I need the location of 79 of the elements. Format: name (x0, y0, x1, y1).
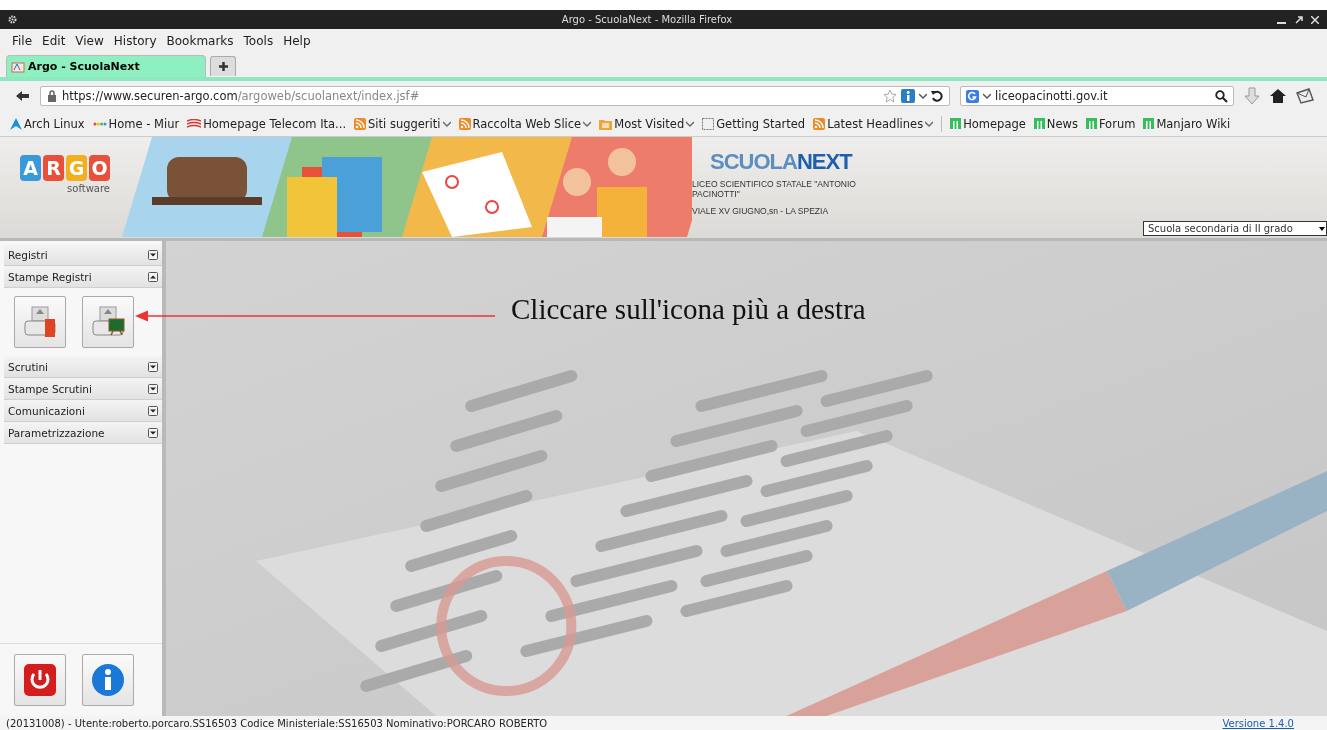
bookmark-item[interactable]: Manjaro Wiki (1143, 116, 1231, 131)
menu-item[interactable]: History (113, 33, 157, 48)
dots-logo-icon (92, 120, 107, 127)
bookmark-item[interactable]: Siti suggeriti (354, 116, 451, 131)
star-icon[interactable] (883, 89, 897, 103)
menu-item[interactable]: Help (283, 33, 311, 48)
accordion-header[interactable]: Stampe Scrutini (4, 378, 162, 400)
reload-icon[interactable] (931, 90, 943, 102)
bookmark-item[interactable]: Homepage Telecom Ita... (187, 116, 347, 131)
accordion-header[interactable]: Parametrizzazione (4, 422, 162, 444)
info-icon[interactable] (901, 89, 915, 103)
product-logo: SCUOLANEXT (710, 149, 854, 175)
school-address: VIALE XV GIUGNO,sn - LA SPEZIA (692, 206, 830, 216)
maximize-icon[interactable] (1294, 15, 1303, 24)
new-tab-button[interactable] (210, 56, 236, 76)
chevron-down-icon[interactable] (983, 93, 991, 99)
school-type-select[interactable]: Scuola secondaria di II grado (1143, 221, 1327, 236)
url-field[interactable]: https://www.securen-argo.com/argoweb/scuolanext/index.jsf# (40, 86, 950, 106)
bars-logo-icon (950, 118, 962, 129)
logout-button[interactable] (14, 654, 66, 706)
menu-item[interactable]: Bookmarks (166, 33, 234, 48)
blank-page-icon (702, 117, 715, 130)
bookmark-item[interactable]: Forum (1085, 116, 1136, 131)
bookmark-item[interactable]: Raccolta Web Slice (458, 116, 592, 131)
info-button[interactable] (82, 654, 134, 706)
window-title: Argo - ScuolaNext - Mozilla Firefox (561, 14, 733, 25)
search-icon[interactable] (1215, 89, 1228, 103)
logo-letter: R (43, 155, 64, 181)
close-icon[interactable] (1311, 15, 1319, 24)
plus-icon (218, 62, 228, 71)
search-field[interactable]: liceopacinotti.gov.it (960, 86, 1234, 106)
bars-logo-icon (1143, 118, 1155, 129)
status-text: (20131008) - Utente:roberto.porcaro.SS16503 Codice Ministeriale:SS16503 Nominativo:PORCARO ROBERTO (6, 717, 548, 729)
menu-item[interactable]: File (12, 33, 33, 48)
power-icon (23, 663, 57, 697)
google-icon (966, 89, 979, 103)
version-link[interactable]: Versione 1.4.0 (1222, 717, 1294, 729)
logo-letter: O (89, 155, 110, 181)
waves-logo-icon (187, 118, 202, 129)
gear-icon[interactable] (8, 15, 17, 24)
bars-logo-icon (1085, 118, 1097, 129)
bookmark-item[interactable]: Home - Miur (92, 116, 180, 131)
browser-tab[interactable]: Argo - ScuolaNext (6, 55, 206, 77)
accordion-header[interactable]: Scrutini (4, 356, 162, 378)
print-button[interactable] (82, 296, 134, 348)
lock-icon (47, 90, 57, 102)
bookmark-item[interactable]: News (1033, 116, 1078, 131)
chevron-down-icon[interactable] (919, 93, 927, 99)
back-arrow-icon[interactable] (16, 90, 30, 102)
printer-blackboard-icon (91, 305, 125, 339)
instruction-text: Cliccare sull'icona più a destra (511, 293, 866, 326)
bookmark-item[interactable]: Arch Linux (10, 116, 85, 131)
bookmark-item[interactable]: Latest Headlines (813, 116, 934, 131)
rss-feed-icon (813, 117, 826, 130)
menu-item[interactable]: View (75, 33, 104, 48)
bookmark-item[interactable]: Homepage (950, 116, 1026, 131)
triangle-logo-icon (10, 117, 22, 130)
print-button[interactable] (14, 296, 66, 348)
home-icon[interactable] (1270, 89, 1286, 103)
bars-logo-icon (1033, 118, 1045, 129)
bookmark-item[interactable]: Getting Started (702, 116, 806, 131)
school-name: LICEO SCIENTIFICO STATALE "ANTONIO PACINOTTI" (692, 179, 857, 199)
rss-feed-icon (354, 117, 367, 130)
site-favicon-icon (11, 60, 25, 73)
dropdown-arrow-icon (1319, 224, 1325, 233)
logo-subtitle: software (67, 183, 110, 194)
menu-item[interactable]: Tools (243, 33, 274, 48)
rss-feed-icon (458, 117, 471, 130)
logo-letter: G (66, 155, 87, 181)
folder-icon (599, 117, 613, 130)
bookmark-item[interactable]: Most Visited (599, 116, 695, 131)
accordion-header[interactable]: Registri (4, 244, 162, 266)
printer-book-icon (23, 305, 57, 339)
accordion-header[interactable]: Comunicazioni (4, 400, 162, 422)
accordion-header[interactable]: Stampe Registri (4, 266, 162, 288)
menu-item[interactable]: Edit (42, 33, 66, 48)
envelope-icon[interactable] (1296, 88, 1314, 104)
logo-letter: A (20, 155, 41, 181)
info-icon (91, 663, 125, 697)
